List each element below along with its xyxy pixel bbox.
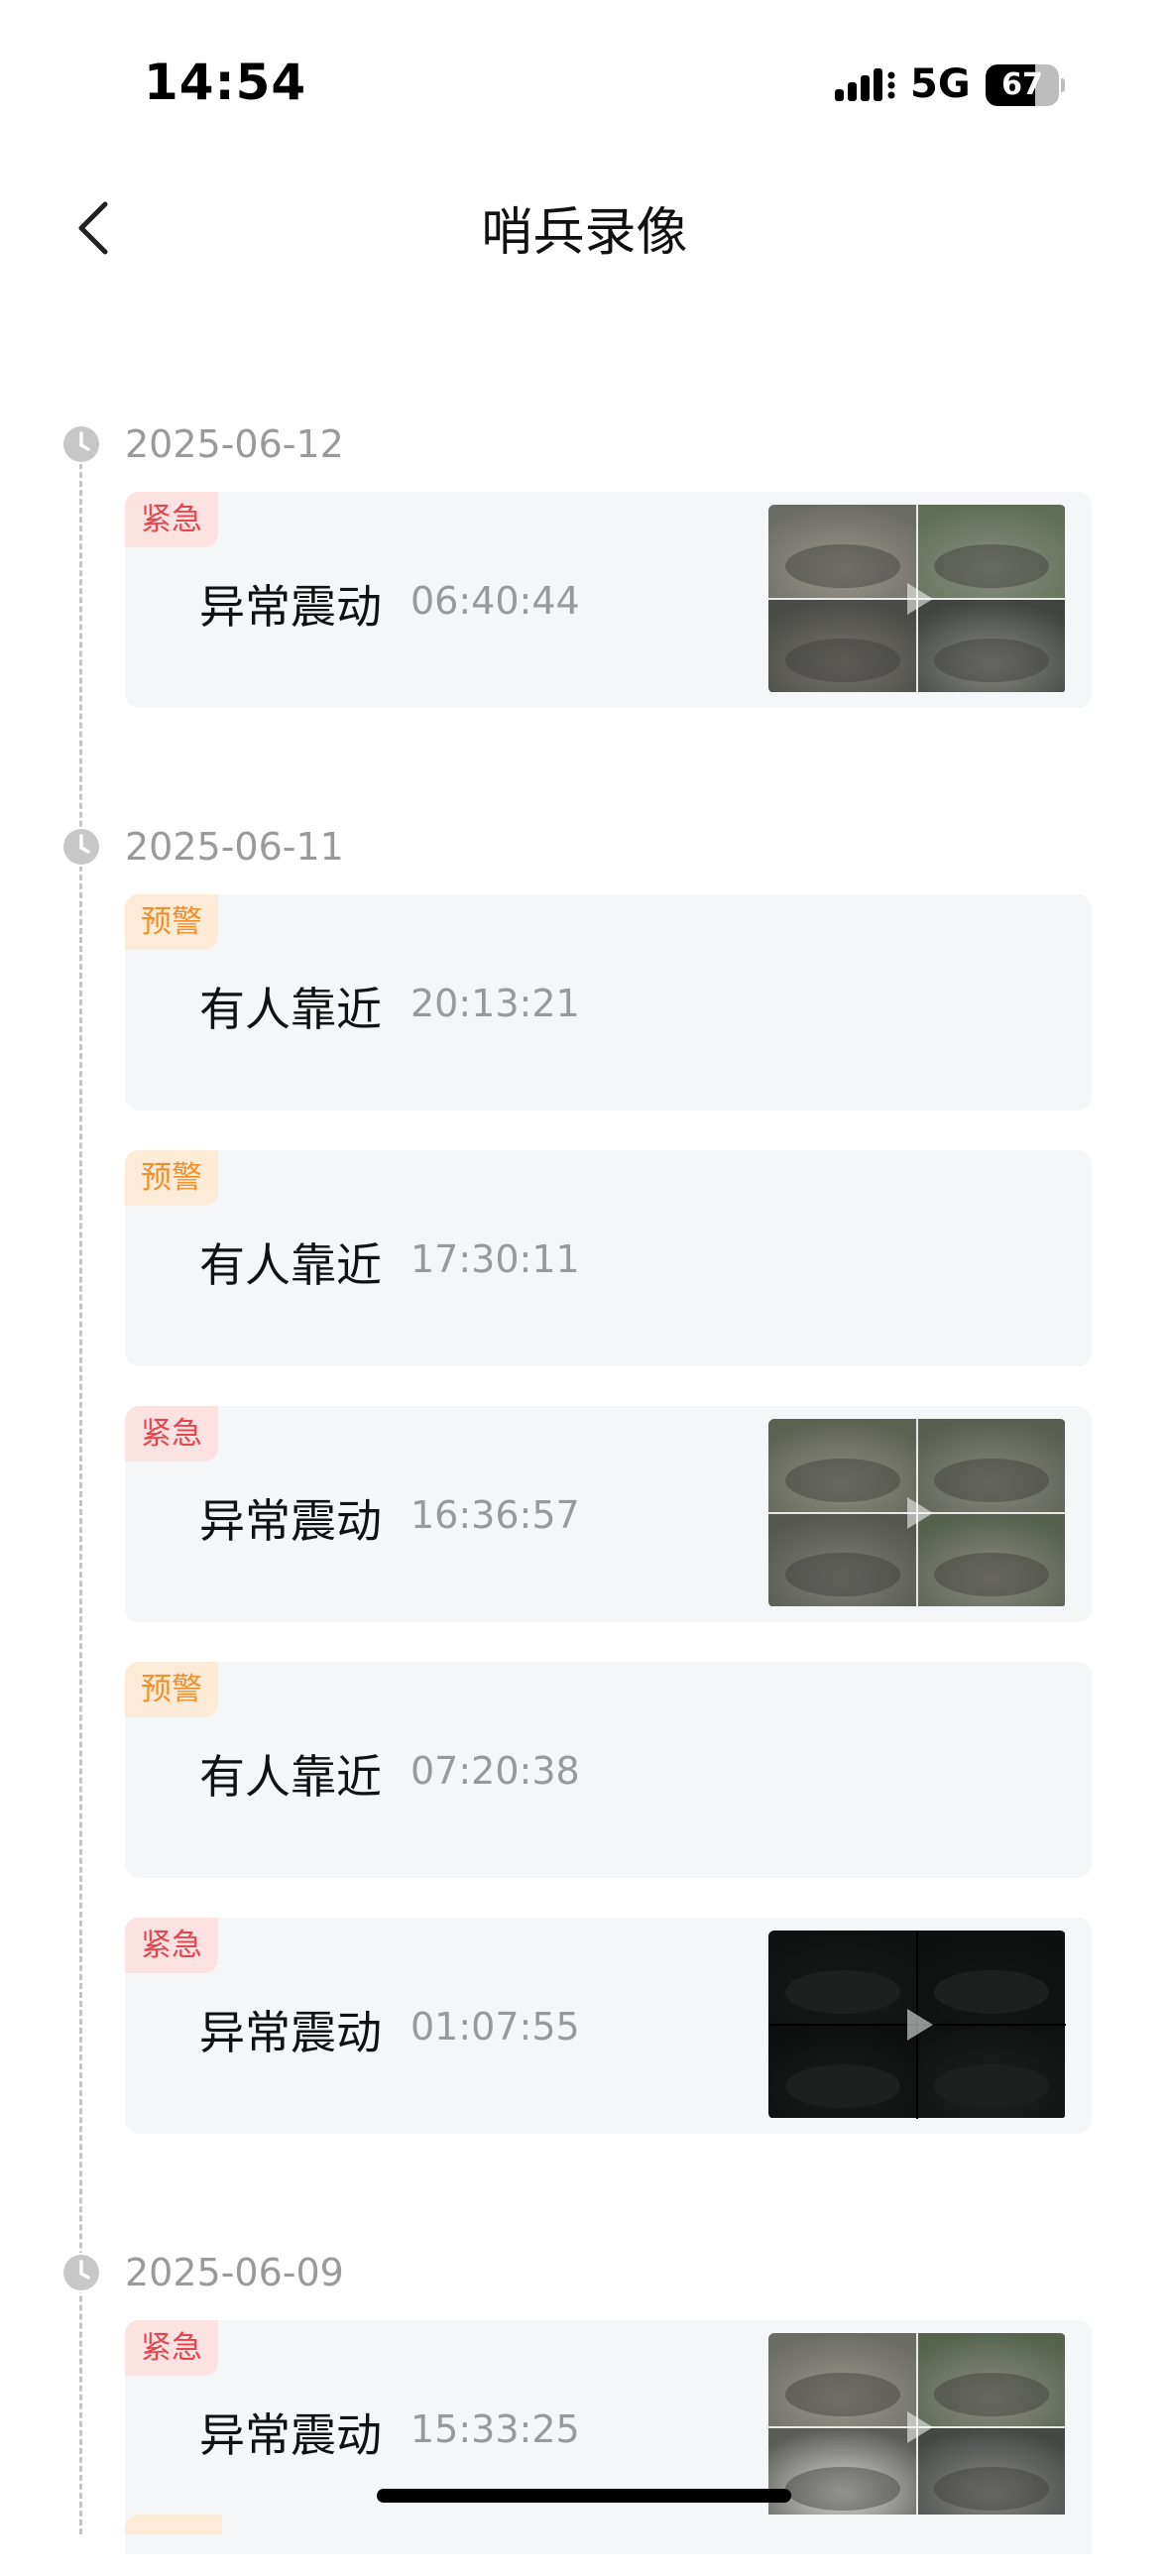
date-label: 2025-06-09 <box>125 2251 344 2294</box>
date-header: 2025-06-11 <box>61 819 1169 875</box>
play-icon <box>907 1497 933 1529</box>
event-title: 异常震动 <box>199 580 382 634</box>
event-title: 有人靠近 <box>199 1238 382 1292</box>
date-group: 2025-06-11 预警 有人靠近 20:13:21 预警 有人靠近 17:30:11 紧急… <box>0 819 1169 2245</box>
clock-icon <box>61 424 101 464</box>
next-event-card-partial[interactable] <box>125 2515 1092 2554</box>
play-icon <box>907 2009 933 2041</box>
level-badge: 预警 <box>125 1150 218 1206</box>
event-time: 16:36:57 <box>410 1493 580 1537</box>
play-icon <box>907 583 933 615</box>
date-label: 2025-06-11 <box>125 825 344 869</box>
date-label: 2025-06-12 <box>125 422 344 466</box>
event-card[interactable]: 紧急异常震动 16:36:57 <box>125 1406 1092 1622</box>
page-title: 哨兵录像 <box>481 203 688 263</box>
level-badge: 紧急 <box>125 1406 218 1462</box>
home-indicator[interactable] <box>377 2489 791 2503</box>
event-title: 异常震动 <box>199 2408 382 2462</box>
date-header: 2025-06-09 <box>61 2245 1169 2300</box>
event-card[interactable]: 紧急异常震动 15:33:25 <box>125 2320 1092 2536</box>
event-time: 20:13:21 <box>410 982 580 1025</box>
event-time: 01:07:55 <box>410 2005 580 2049</box>
level-badge: 紧急 <box>125 1918 218 1973</box>
video-thumbnail[interactable] <box>768 2333 1066 2521</box>
level-badge: 预警 <box>125 894 218 950</box>
event-title: 有人靠近 <box>199 983 382 1036</box>
level-badge: 紧急 <box>125 2320 218 2376</box>
status-bar: 14:54 5G 67 <box>0 0 1169 169</box>
event-card[interactable]: 预警有人靠近 17:30:11 <box>125 1150 1092 1366</box>
clock-icon <box>61 2253 101 2292</box>
event-card[interactable]: 预警有人靠近 07:20:38 <box>125 1662 1092 1878</box>
nav-header: 哨兵录像 <box>0 169 1169 278</box>
event-time: 07:20:38 <box>410 1749 580 1793</box>
event-title: 异常震动 <box>199 2006 382 2059</box>
clock-icon <box>61 827 101 867</box>
video-thumbnail[interactable] <box>768 505 1066 693</box>
timeline: 2025-06-12 紧急 异常震动 06:40:44 2025-06-11 预警 有人靠近… <box>0 416 1169 2576</box>
event-title: 有人靠近 <box>199 1750 382 1804</box>
event-card[interactable]: 预警有人靠近 20:13:21 <box>125 894 1092 1111</box>
event-title: 异常震动 <box>199 1494 382 1548</box>
video-thumbnail[interactable] <box>768 1419 1066 1607</box>
date-header: 2025-06-12 <box>61 416 1169 472</box>
battery-icon: 67 <box>986 64 1065 108</box>
network-type-label: 5G <box>910 61 971 107</box>
video-thumbnail[interactable] <box>768 1931 1066 2119</box>
event-card[interactable]: 紧急异常震动 06:40:44 <box>125 492 1092 708</box>
event-time: 15:33:25 <box>410 2407 580 2451</box>
event-time: 17:30:11 <box>410 1237 580 1281</box>
level-badge: 预警 <box>125 1662 218 1717</box>
play-icon <box>907 2411 933 2443</box>
level-badge: 紧急 <box>125 492 218 547</box>
event-time: 06:40:44 <box>410 579 580 623</box>
status-time: 14:54 <box>144 54 307 111</box>
level-badge-partial <box>125 2515 222 2534</box>
event-card[interactable]: 紧急异常震动 01:07:55 <box>125 1918 1092 2134</box>
date-group: 2025-06-12 紧急异常震动 06:40:44 <box>0 416 1169 819</box>
cellular-signal-icon <box>835 68 895 101</box>
battery-level-text: 67 <box>1001 67 1043 102</box>
